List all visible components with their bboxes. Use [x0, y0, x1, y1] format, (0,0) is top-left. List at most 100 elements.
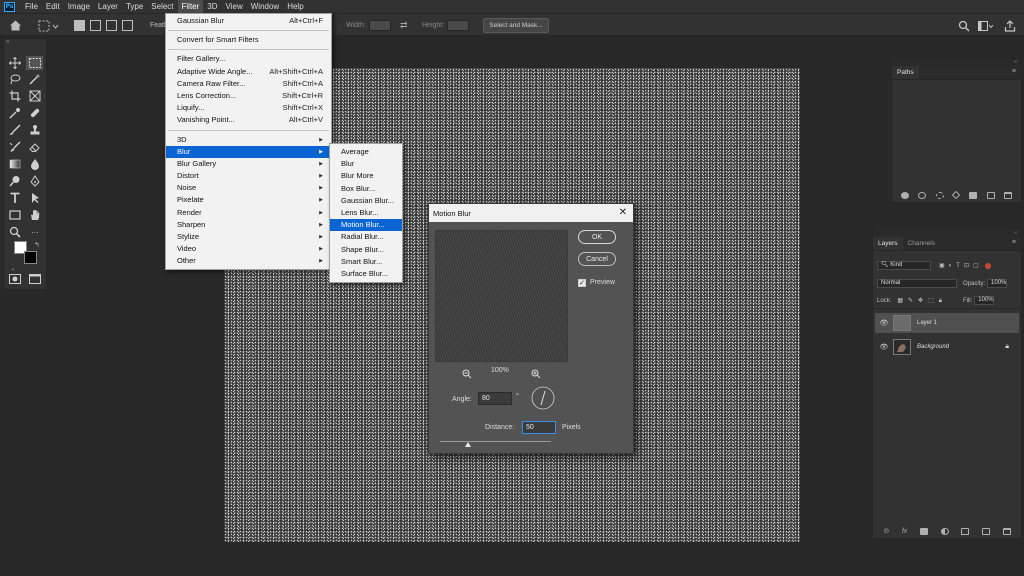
filter-menu-item-vanishing-point[interactable]: Vanishing Point... Alt+Ctrl+V: [166, 114, 331, 126]
move-tool-icon[interactable]: [8, 57, 22, 69]
delete-layer-icon[interactable]: [1002, 527, 1011, 535]
tab-layers[interactable]: Layers: [873, 237, 903, 250]
layer-row-layer-1[interactable]: 👁︎ Layer 1: [875, 313, 1019, 333]
filter-menu-item-gaussian-blur[interactable]: Gaussian Blur Alt+Ctrl+F: [166, 15, 331, 27]
filter-menu-item-distort[interactable]: Distort ▶: [166, 170, 331, 182]
menu-image[interactable]: Image: [64, 0, 94, 13]
pen-tool-icon[interactable]: [28, 175, 42, 187]
lasso-tool-icon[interactable]: [8, 73, 22, 85]
intersect-selection-icon[interactable]: [122, 20, 133, 31]
new-group-icon[interactable]: [961, 527, 970, 535]
new-layer-icon[interactable]: [981, 527, 990, 535]
filter-menu-item-camera-raw-filter[interactable]: Camera Raw Filter... Shift+Ctrl+A: [166, 78, 331, 90]
new-selection-icon[interactable]: [74, 20, 85, 31]
layer-row-background[interactable]: 👁︎ Background 🔒︎: [875, 337, 1019, 357]
blur-menu-item-lens-blur[interactable]: Lens Blur...: [330, 207, 402, 219]
menu-select[interactable]: Select: [147, 0, 177, 13]
type-tool-icon[interactable]: [8, 192, 22, 204]
filter-menu-item-blur-gallery[interactable]: Blur Gallery ▶: [166, 158, 331, 170]
blur-menu-item-average[interactable]: Average: [330, 146, 402, 158]
clone-stamp-tool-icon[interactable]: [28, 124, 42, 136]
panel-menu-icon[interactable]: ≡: [1012, 239, 1016, 246]
width-input[interactable]: [368, 20, 391, 31]
rectangular-marquee-tool-icon[interactable]: [26, 56, 43, 70]
blur-menu-item-gaussian-blur[interactable]: Gaussian Blur...: [330, 195, 402, 207]
select-and-mask-button[interactable]: Select and Mask...: [483, 18, 549, 33]
distance-slider-thumb[interactable]: [465, 442, 471, 447]
zoom-tool-icon[interactable]: [8, 226, 22, 238]
blur-menu-item-blur[interactable]: Blur: [330, 158, 402, 170]
tab-paths[interactable]: Paths: [892, 66, 919, 79]
blur-menu-item-surface-blur[interactable]: Surface Blur...: [330, 268, 402, 280]
cancel-button[interactable]: Cancel: [578, 252, 616, 266]
eraser-tool-icon[interactable]: [28, 141, 42, 153]
background-color-swatch[interactable]: [24, 251, 37, 264]
search-icon[interactable]: [958, 14, 970, 37]
magic-wand-tool-icon[interactable]: [28, 73, 42, 85]
gradient-tool-icon[interactable]: [8, 158, 22, 170]
swap-dimensions-icon[interactable]: ⇄: [400, 14, 408, 37]
fill-input[interactable]: 100%: [974, 296, 995, 305]
stroke-path-icon[interactable]: [918, 191, 927, 199]
make-path-icon[interactable]: [952, 190, 961, 200]
distance-input[interactable]: 50: [522, 421, 556, 434]
subtract-selection-icon[interactable]: [106, 20, 117, 31]
fill-path-icon[interactable]: [900, 191, 909, 199]
blur-tool-icon[interactable]: [28, 158, 42, 170]
quick-mask-icon[interactable]: [8, 273, 22, 285]
close-icon[interactable]: ✕: [619, 207, 627, 218]
height-input[interactable]: [447, 20, 470, 31]
filter-menu-item-adaptive-wide-angle[interactable]: Adaptive Wide Angle... Alt+Shift+Ctrl+A: [166, 66, 331, 78]
ok-button[interactable]: OK: [578, 230, 616, 244]
menu-filter[interactable]: Filter: [177, 0, 204, 13]
filter-type-icons[interactable]: ▣◐T⊡▢: [939, 262, 983, 269]
blur-menu-item-motion-blur[interactable]: Motion Blur...: [330, 219, 402, 232]
hand-tool-icon[interactable]: [28, 209, 42, 221]
path-selection-tool-icon[interactable]: [28, 192, 42, 204]
blur-menu-item-smart-blur[interactable]: Smart Blur...: [330, 256, 402, 268]
swap-colors-icon[interactable]: ↰: [34, 241, 40, 249]
marquee-preset-icon[interactable]: [38, 14, 60, 37]
new-path-icon[interactable]: [986, 191, 995, 199]
distance-slider-track[interactable]: [440, 441, 551, 442]
zoom-in-icon[interactable]: [531, 366, 541, 384]
eyedropper-tool-icon[interactable]: [8, 107, 22, 119]
filter-menu-item-video[interactable]: Video ▶: [166, 243, 331, 255]
zoom-out-icon[interactable]: [462, 366, 472, 384]
panel-collapse-icon[interactable]: «: [892, 58, 1021, 66]
more-tools-icon[interactable]: ···: [28, 226, 42, 238]
workspace-icon[interactable]: [978, 14, 994, 37]
menu-view[interactable]: View: [222, 0, 247, 13]
adjustment-layer-icon[interactable]: [940, 527, 949, 535]
delete-path-icon[interactable]: [1004, 191, 1013, 199]
opacity-input[interactable]: 100%: [987, 279, 1008, 288]
blur-menu-item-blur-more[interactable]: Blur More: [330, 170, 402, 182]
filter-menu-item-pixelate[interactable]: Pixelate ▶: [166, 194, 331, 206]
menu-type[interactable]: Type: [122, 0, 147, 13]
filter-menu-item-render[interactable]: Render ▶: [166, 207, 331, 219]
layer-style-icon[interactable]: fx: [902, 528, 907, 535]
angle-dial[interactable]: [531, 386, 555, 415]
crop-tool-icon[interactable]: [8, 90, 22, 102]
filter-menu-item-blur[interactable]: Blur ▶: [166, 145, 331, 158]
lock-options-icons[interactable]: ▦✎✥⬚🔒︎: [897, 297, 947, 305]
dodge-tool-icon[interactable]: [8, 175, 22, 187]
filter-menu-item-convert-for-smart-filters[interactable]: Convert for Smart Filters: [166, 34, 331, 46]
filter-menu-item-other[interactable]: Other ▶: [166, 255, 331, 267]
angle-input[interactable]: 80: [478, 392, 512, 405]
panel-collapse-icon[interactable]: «: [873, 229, 1021, 237]
tab-channels[interactable]: Channels: [903, 237, 940, 250]
filter-menu-item-filter-gallery[interactable]: Filter Gallery...: [166, 53, 331, 65]
home-icon[interactable]: [8, 18, 23, 33]
visibility-eye-icon[interactable]: 👁︎: [879, 343, 889, 351]
preview-checkbox[interactable]: ✓: [578, 279, 586, 287]
history-brush-tool-icon[interactable]: [8, 141, 22, 153]
share-icon[interactable]: [1004, 14, 1016, 37]
panel-menu-icon[interactable]: ≡: [1012, 68, 1016, 75]
blur-menu-item-radial-blur[interactable]: Radial Blur...: [330, 231, 402, 243]
menu-window[interactable]: Window: [247, 0, 283, 13]
screen-mode-icon[interactable]: [28, 273, 42, 285]
load-selection-icon[interactable]: [935, 191, 944, 199]
filter-menu-item-3d[interactable]: 3D ▶: [166, 134, 331, 146]
frame-tool-icon[interactable]: [28, 90, 42, 102]
